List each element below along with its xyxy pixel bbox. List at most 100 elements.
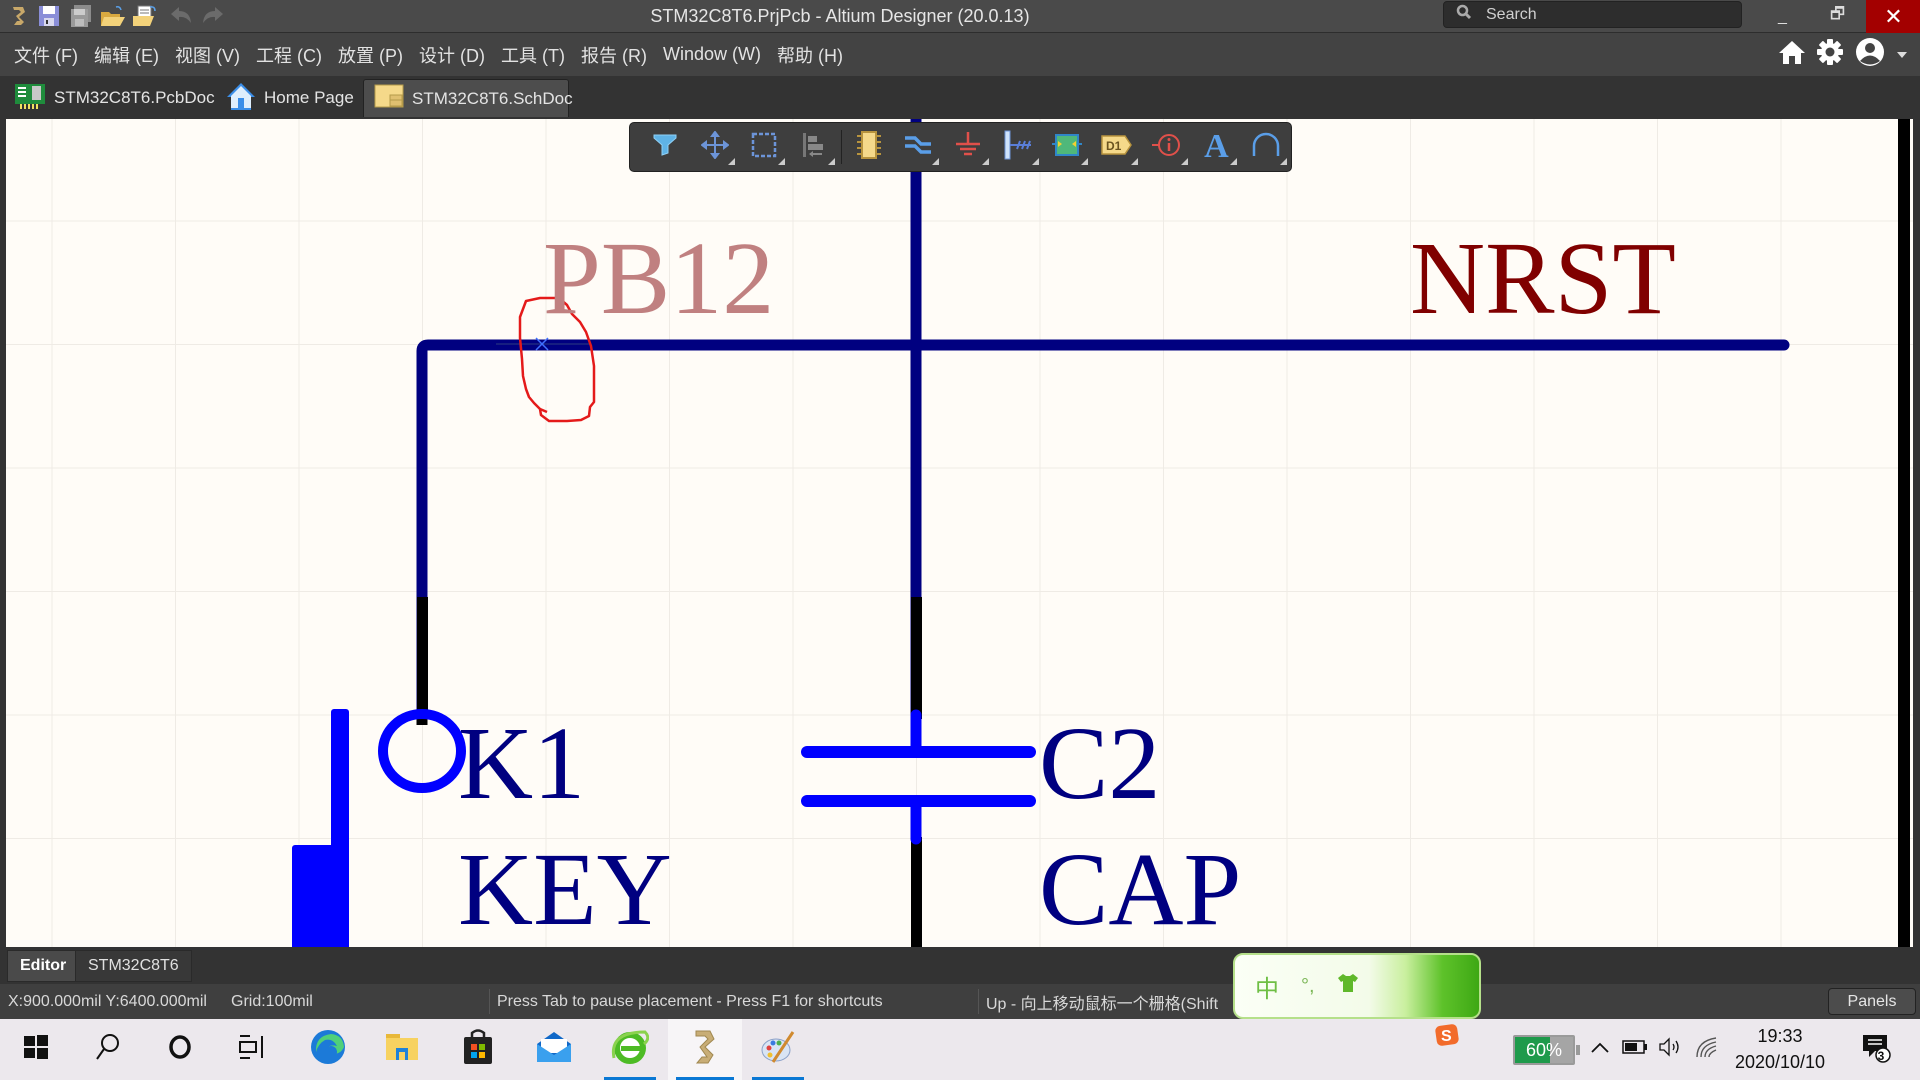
place-text-button[interactable]: A	[1192, 127, 1242, 167]
taskbar-clock[interactable]: 19:33 2020/10/10	[1720, 1023, 1840, 1075]
menu-window[interactable]: Window (W)	[655, 44, 769, 65]
taskbar-app-mail[interactable]	[520, 1019, 588, 1080]
place-arc-button[interactable]	[1241, 127, 1291, 167]
comment-key[interactable]: KEY	[458, 838, 672, 942]
document-tab-bar: STM32C8T6.PcbDoc Home Page STM32C8T6.Sch…	[0, 76, 1920, 119]
restore-button[interactable]: 🗗	[1810, 0, 1865, 33]
select-rect-button[interactable]	[739, 127, 789, 167]
close-button[interactable]: ✕	[1866, 0, 1920, 33]
move-cross-icon	[699, 129, 730, 164]
wire-icon	[903, 133, 933, 162]
cursor-coordinates: X:900.000mil Y:6400.000mil	[8, 992, 207, 1010]
place-directive-button[interactable]	[1142, 127, 1192, 167]
ime-punctuation[interactable]: °,	[1301, 975, 1315, 998]
ime-mode-chinese[interactable]: 中	[1255, 969, 1279, 1004]
taskbar-app-store[interactable]	[444, 1019, 512, 1080]
microsoft-store-icon	[463, 1029, 493, 1070]
place-power-button[interactable]	[943, 127, 993, 167]
dropdown-indicator	[778, 158, 786, 165]
taskbar-app-file-explorer[interactable]	[368, 1019, 436, 1080]
place-wire-button[interactable]	[893, 127, 943, 167]
panel-tab-editor[interactable]: Editor	[7, 950, 80, 982]
net-label-pb12[interactable]: PB12	[543, 227, 774, 331]
dropdown-indicator	[1081, 158, 1089, 165]
dropdown-indicator	[827, 158, 835, 165]
cortana-ring-icon	[167, 1034, 193, 1065]
place-bus-entry-button[interactable]	[993, 127, 1043, 167]
ground-power-icon	[954, 131, 982, 164]
network-tray[interactable]	[1692, 1019, 1722, 1080]
speaker-volume-icon	[1658, 1036, 1684, 1063]
cortana-button[interactable]	[146, 1019, 214, 1080]
align-button[interactable]	[789, 127, 839, 167]
status-divider	[978, 989, 979, 1014]
schematic-canvas[interactable]: PB12 NRST K1 KEY C2 CAP	[6, 119, 1913, 947]
panel-tab-stm32c8t6[interactable]: STM32C8T6	[75, 950, 192, 982]
settings-gear-icon[interactable]	[1816, 38, 1844, 71]
designator-k1[interactable]: K1	[458, 712, 585, 816]
sogou-ime-tray[interactable]: S	[1432, 1007, 1462, 1068]
select-rectangle-icon	[751, 132, 777, 163]
clock-date: 2020/10/10	[1734, 1052, 1826, 1072]
volume-tray[interactable]	[1656, 1019, 1686, 1080]
menu-design[interactable]: 设计 (D)	[411, 42, 493, 68]
status-bar: X:900.000mil Y:6400.000mil Grid:100mil P…	[0, 984, 1920, 1019]
edge-browser-icon	[309, 1028, 347, 1071]
task-view-icon	[238, 1034, 266, 1065]
menu-view[interactable]: 视图 (V)	[167, 42, 248, 68]
shortcut-hint: Up - 向上移动鼠标一个栅格(Shift	[986, 995, 1219, 1013]
account-dropdown-chevron-icon[interactable]	[1896, 46, 1908, 64]
tab-pcbdoc[interactable]: STM32C8T6.PcbDoc	[4, 79, 225, 117]
grid-size: Grid:100mil	[231, 992, 313, 1010]
taskbar-app-edge[interactable]	[294, 1019, 362, 1080]
menu-tools[interactable]: 工具 (T)	[493, 42, 573, 68]
menu-file[interactable]: 文件 (F)	[6, 42, 86, 68]
action-center-button[interactable]: 3	[1856, 1019, 1896, 1080]
menu-reports[interactable]: 报告 (R)	[573, 42, 655, 68]
wifi-icon	[1694, 1035, 1720, 1064]
window-title: STM32C8T6.PrjPcb - Altium Designer (20.0…	[650, 6, 1030, 26]
comment-cap[interactable]: CAP	[1039, 838, 1241, 942]
net-label-nrst[interactable]: NRST	[1410, 227, 1676, 331]
panels-button[interactable]: Panels	[1828, 988, 1916, 1015]
taskbar-app-paint[interactable]	[744, 1019, 812, 1080]
windows-logo-icon	[23, 1034, 49, 1065]
panel-tab-bar: Editor STM32C8T6	[0, 947, 1920, 984]
sheet-symbol-icon	[1052, 132, 1083, 163]
text-icon: A	[1204, 128, 1229, 165]
filter-button[interactable]	[640, 127, 690, 167]
menu-project[interactable]: 工程 (C)	[248, 42, 330, 68]
battery-tray[interactable]	[1620, 1019, 1650, 1080]
user-account-icon[interactable]	[1854, 36, 1886, 73]
sch-doc-icon	[374, 83, 404, 114]
tab-home-page[interactable]: Home Page	[216, 79, 364, 117]
start-button[interactable]	[2, 1019, 70, 1080]
search-input[interactable]: Search	[1443, 1, 1742, 28]
menu-place[interactable]: 放置 (P)	[330, 42, 411, 68]
task-view-button[interactable]	[218, 1019, 286, 1080]
home-icon[interactable]	[1778, 39, 1806, 70]
place-sheet-symbol-button[interactable]	[1043, 127, 1093, 167]
pin-c2-top	[911, 597, 922, 719]
battery-icon	[1622, 1040, 1648, 1059]
tab-label: STM32C8T6.SchDoc	[412, 88, 573, 108]
ime-skin-icon[interactable]	[1337, 972, 1359, 1000]
dropdown-indicator	[932, 158, 940, 165]
menu-edit[interactable]: 编辑 (E)	[86, 42, 167, 68]
battery-meter-widget[interactable]: 60%	[1513, 1035, 1575, 1065]
designator-c2[interactable]: C2	[1039, 712, 1160, 816]
dropdown-indicator	[1279, 158, 1287, 165]
taskbar-search-button[interactable]	[74, 1019, 142, 1080]
move-button[interactable]	[690, 127, 740, 167]
taskbar-app-altium[interactable]	[668, 1019, 742, 1080]
toolbar-separator	[840, 130, 842, 164]
wire-pb12	[416, 339, 1790, 725]
tab-schdoc[interactable]: STM32C8T6.SchDoc	[363, 79, 573, 117]
place-port-button[interactable]: D1	[1092, 127, 1142, 167]
taskbar-app-ie[interactable]	[596, 1019, 664, 1080]
menu-help[interactable]: 帮助 (H)	[769, 42, 851, 68]
mail-icon	[536, 1031, 572, 1068]
minimize-button[interactable]: _	[1755, 0, 1810, 33]
show-hidden-icons-button[interactable]	[1586, 1019, 1614, 1080]
place-part-button[interactable]	[844, 127, 894, 167]
